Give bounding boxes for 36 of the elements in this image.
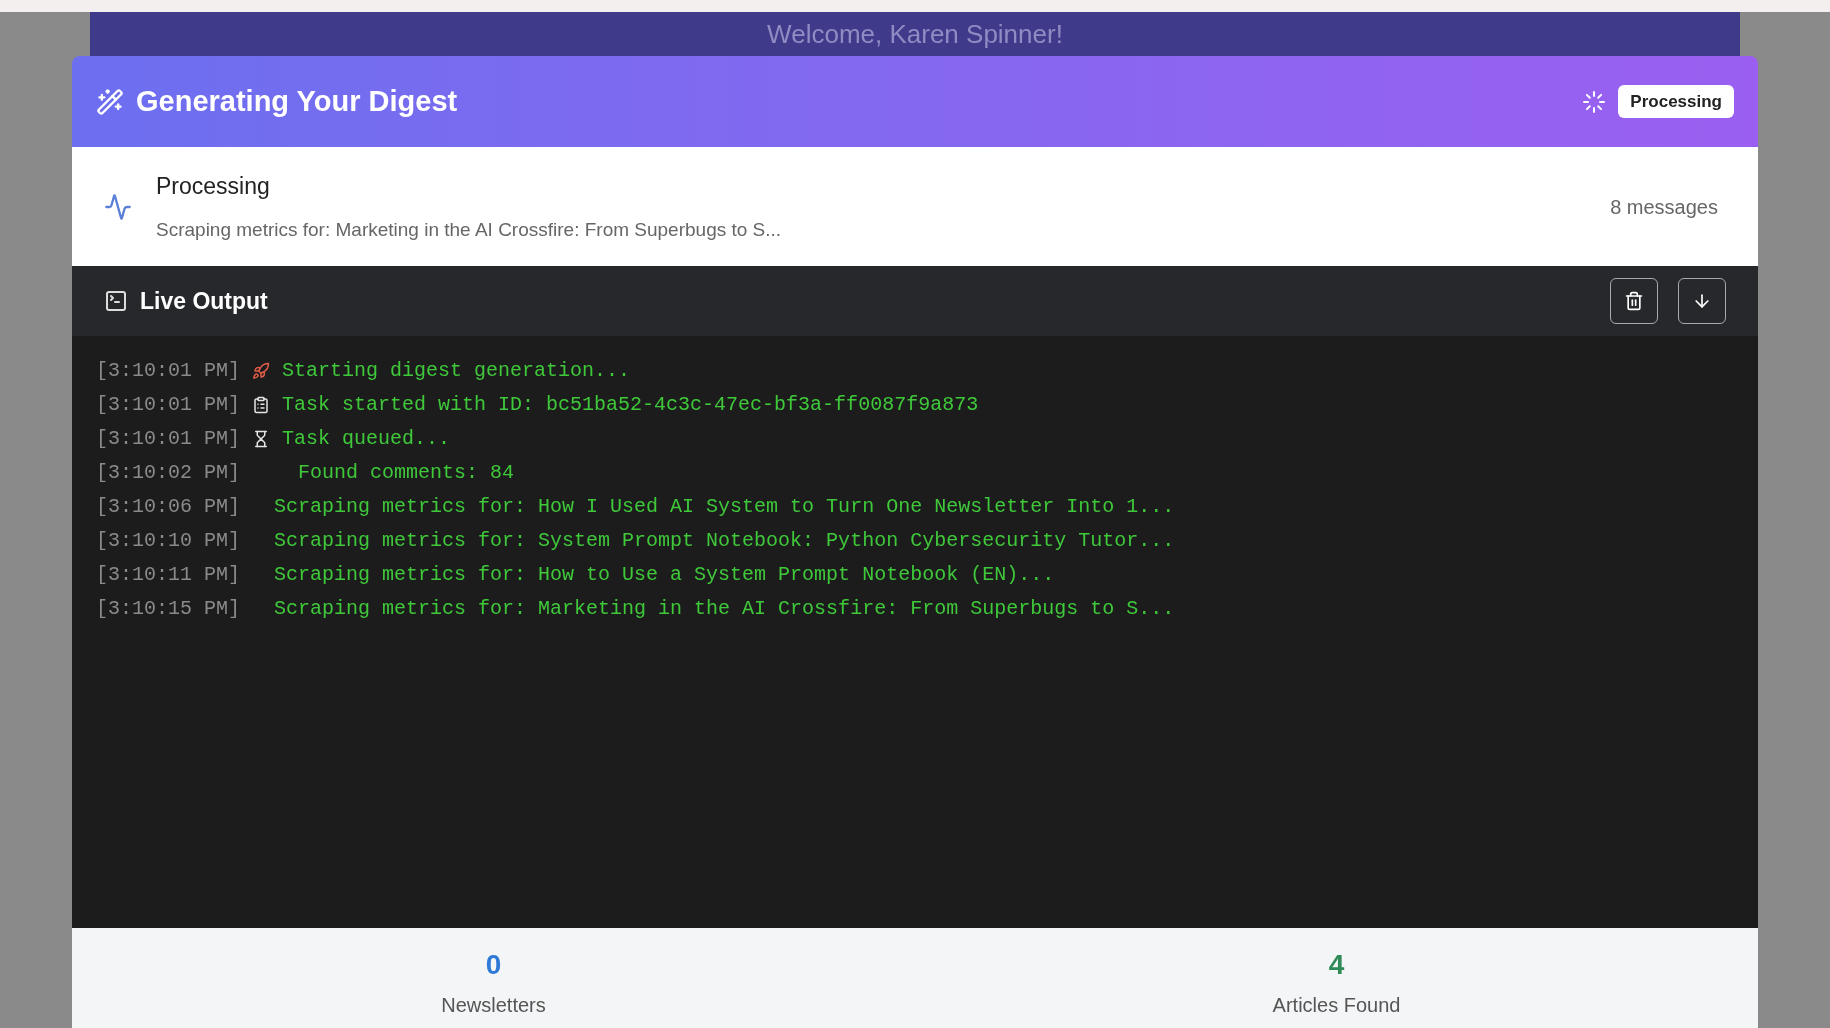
- welcome-title: Welcome, Karen Spinner!: [767, 17, 1063, 51]
- clear-button[interactable]: [1610, 278, 1658, 324]
- download-button[interactable]: [1678, 278, 1726, 324]
- digest-title: Generating Your Digest: [136, 83, 459, 119]
- stat-value: 0: [485, 948, 502, 982]
- log-message: Starting digest generation...: [282, 358, 631, 384]
- log-message: Scraping metrics for: Marketing in the AI Crossfire: From Superbugs to S...: [274, 596, 1175, 622]
- log-timestamp: [3:10:01 PM]: [96, 426, 241, 452]
- rocket-icon: [252, 362, 271, 380]
- stat-value: 4: [1328, 948, 1345, 982]
- log-timestamp: [3:10:02 PM]: [96, 460, 241, 486]
- log-message: Task started with ID: bc51ba52-4c3c-47ec-bf3a-ff0087f9a873: [282, 392, 979, 418]
- terminal-icon: [104, 289, 128, 313]
- log-timestamp: [3:10:11 PM]: [96, 562, 241, 588]
- log-timestamp: [3:10:10 PM]: [96, 528, 241, 554]
- log-message: Found comments: 84: [298, 460, 515, 486]
- log-message: Scraping metrics for: How I Used AI System to Turn One Newsletter Into 1...: [274, 494, 1175, 520]
- trash-icon: [1624, 291, 1644, 311]
- magic-wand-icon: [96, 87, 124, 116]
- log-message: Scraping metrics for: How to Use a System Prompt Notebook (EN)...: [274, 562, 1055, 588]
- message-count: 8 messages: [1610, 194, 1718, 220]
- status-message: Scraping metrics for: Marketing in the AI Crossfire: From Superbugs to S...: [156, 217, 783, 242]
- output-title: Live Output: [140, 286, 269, 316]
- status-title: Processing: [156, 172, 271, 201]
- log-message: Scraping metrics for: System Prompt Notebook: Python Cybersecurity Tutor...: [274, 528, 1175, 554]
- stat-label: Articles Found: [1272, 993, 1401, 1018]
- log-message: Task queued...: [282, 426, 451, 452]
- log-timestamp: [3:10:06 PM]: [96, 494, 241, 520]
- status-badge: Processing: [1618, 84, 1734, 119]
- log-timestamp: [3:10:01 PM]: [96, 358, 241, 384]
- spinner-icon: [1582, 89, 1607, 114]
- activity-icon: [104, 192, 132, 221]
- log-timestamp: [3:10:15 PM]: [96, 596, 241, 622]
- stat-label: Newsletters: [441, 993, 546, 1018]
- log-timestamp: [3:10:01 PM]: [96, 392, 241, 418]
- clipboard-icon: [252, 396, 271, 414]
